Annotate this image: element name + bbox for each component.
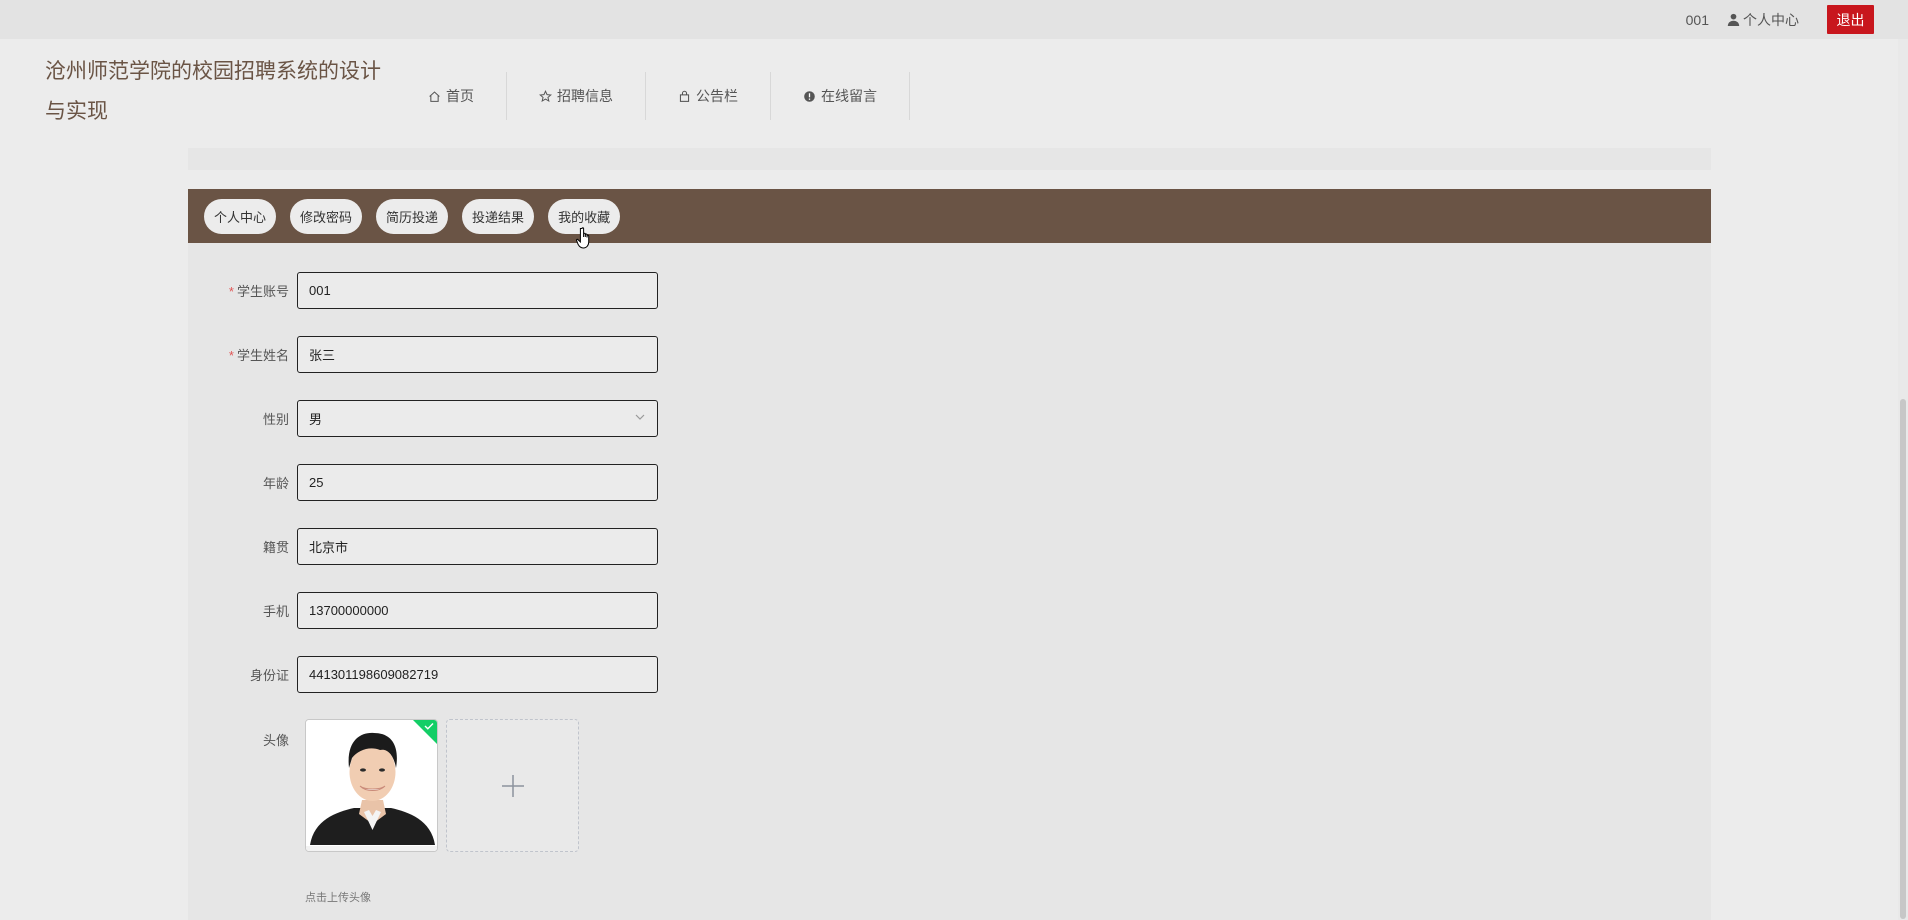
- page-scrollbar[interactable]: [1898, 39, 1908, 920]
- plus-icon: [501, 774, 524, 797]
- hand-cursor-icon: [576, 227, 590, 249]
- form-row-native: 籍贯: [188, 528, 658, 565]
- bag-icon: [679, 90, 690, 102]
- form-row-account: * 学生账号: [188, 272, 658, 309]
- id-card-input[interactable]: [297, 656, 658, 693]
- site-title: 沧州师范学院的校园招聘系统的设计与实现: [45, 60, 381, 123]
- tab-change-password[interactable]: 修改密码: [290, 198, 363, 234]
- form-row-phone: 手机: [188, 592, 658, 629]
- avatar-preview[interactable]: [305, 719, 438, 852]
- avatar-upload-button[interactable]: [446, 719, 579, 852]
- gender-selected-value: 男: [309, 412, 323, 427]
- avatar-label: 头像: [262, 733, 289, 748]
- form-row-age: 年龄: [188, 464, 658, 501]
- nav-item-messages[interactable]: 在线留言: [771, 72, 910, 120]
- required-mark: *: [228, 284, 234, 299]
- user-icon: [1727, 13, 1740, 26]
- nav-item-label: 在线留言: [821, 88, 877, 104]
- profile-form-panel: *学生账号 *学生姓名 性别 男 年龄 籍贯 手机 身份证 头像: [188, 243, 1711, 920]
- gender-select[interactable]: 男: [297, 400, 658, 437]
- form-row-gender: 性别 男: [188, 400, 658, 437]
- tab-resume-submit[interactable]: 简历投递: [376, 198, 449, 234]
- star-icon: [539, 89, 552, 102]
- id-card-label: 身份证: [249, 668, 289, 683]
- required-mark: *: [228, 348, 234, 363]
- current-user-id: 001: [1685, 11, 1709, 28]
- name-label: * 学生姓名: [228, 348, 289, 363]
- nav-item-label: 公告栏: [696, 88, 738, 104]
- nav-item-label: 招聘信息: [557, 88, 613, 104]
- user-center-tabbar: 个人中心 修改密码 简历投递 投递结果 我的收藏: [188, 189, 1711, 243]
- student-name-input[interactable]: [297, 336, 658, 373]
- student-account-input[interactable]: [297, 272, 658, 309]
- home-icon: [429, 90, 440, 102]
- nav-item-notices[interactable]: 公告栏: [646, 72, 771, 120]
- nav-item-jobs[interactable]: 招聘信息: [507, 72, 646, 120]
- check-icon: [424, 723, 434, 730]
- banner-strip: [188, 148, 1711, 170]
- form-row-name: * 学生姓名: [188, 336, 658, 373]
- nav-item-label: 首页: [446, 88, 474, 104]
- tab-personal-center[interactable]: 个人中心: [204, 198, 277, 234]
- age-label: 年龄: [262, 476, 289, 491]
- gender-label: 性别: [262, 412, 289, 427]
- account-label: * 学生账号: [228, 284, 289, 299]
- age-input[interactable]: [297, 464, 658, 501]
- nav-item-home[interactable]: 首页: [412, 72, 507, 120]
- upload-avatar-tip: 点击上传头像: [305, 892, 371, 904]
- phone-input[interactable]: [297, 592, 658, 629]
- alert-circle-icon: [804, 90, 815, 102]
- tab-submit-results[interactable]: 投递结果: [462, 198, 535, 234]
- native-place-input[interactable]: [297, 528, 658, 565]
- scrollbar-thumb[interactable]: [1900, 399, 1906, 919]
- phone-label: 手机: [262, 604, 289, 619]
- top-bar: 001 个人中心 退出: [0, 0, 1908, 39]
- form-row-id-card: 身份证: [188, 656, 658, 693]
- chevron-down-icon: [634, 411, 646, 426]
- personal-center-label: 个人中心: [1743, 11, 1799, 28]
- main-nav: 首页 招聘信息 公告栏 在线留言: [412, 72, 910, 120]
- native-place-label: 籍贯: [262, 540, 289, 555]
- personal-center-link[interactable]: 个人中心: [1727, 10, 1799, 30]
- logout-button[interactable]: 退出: [1827, 5, 1874, 34]
